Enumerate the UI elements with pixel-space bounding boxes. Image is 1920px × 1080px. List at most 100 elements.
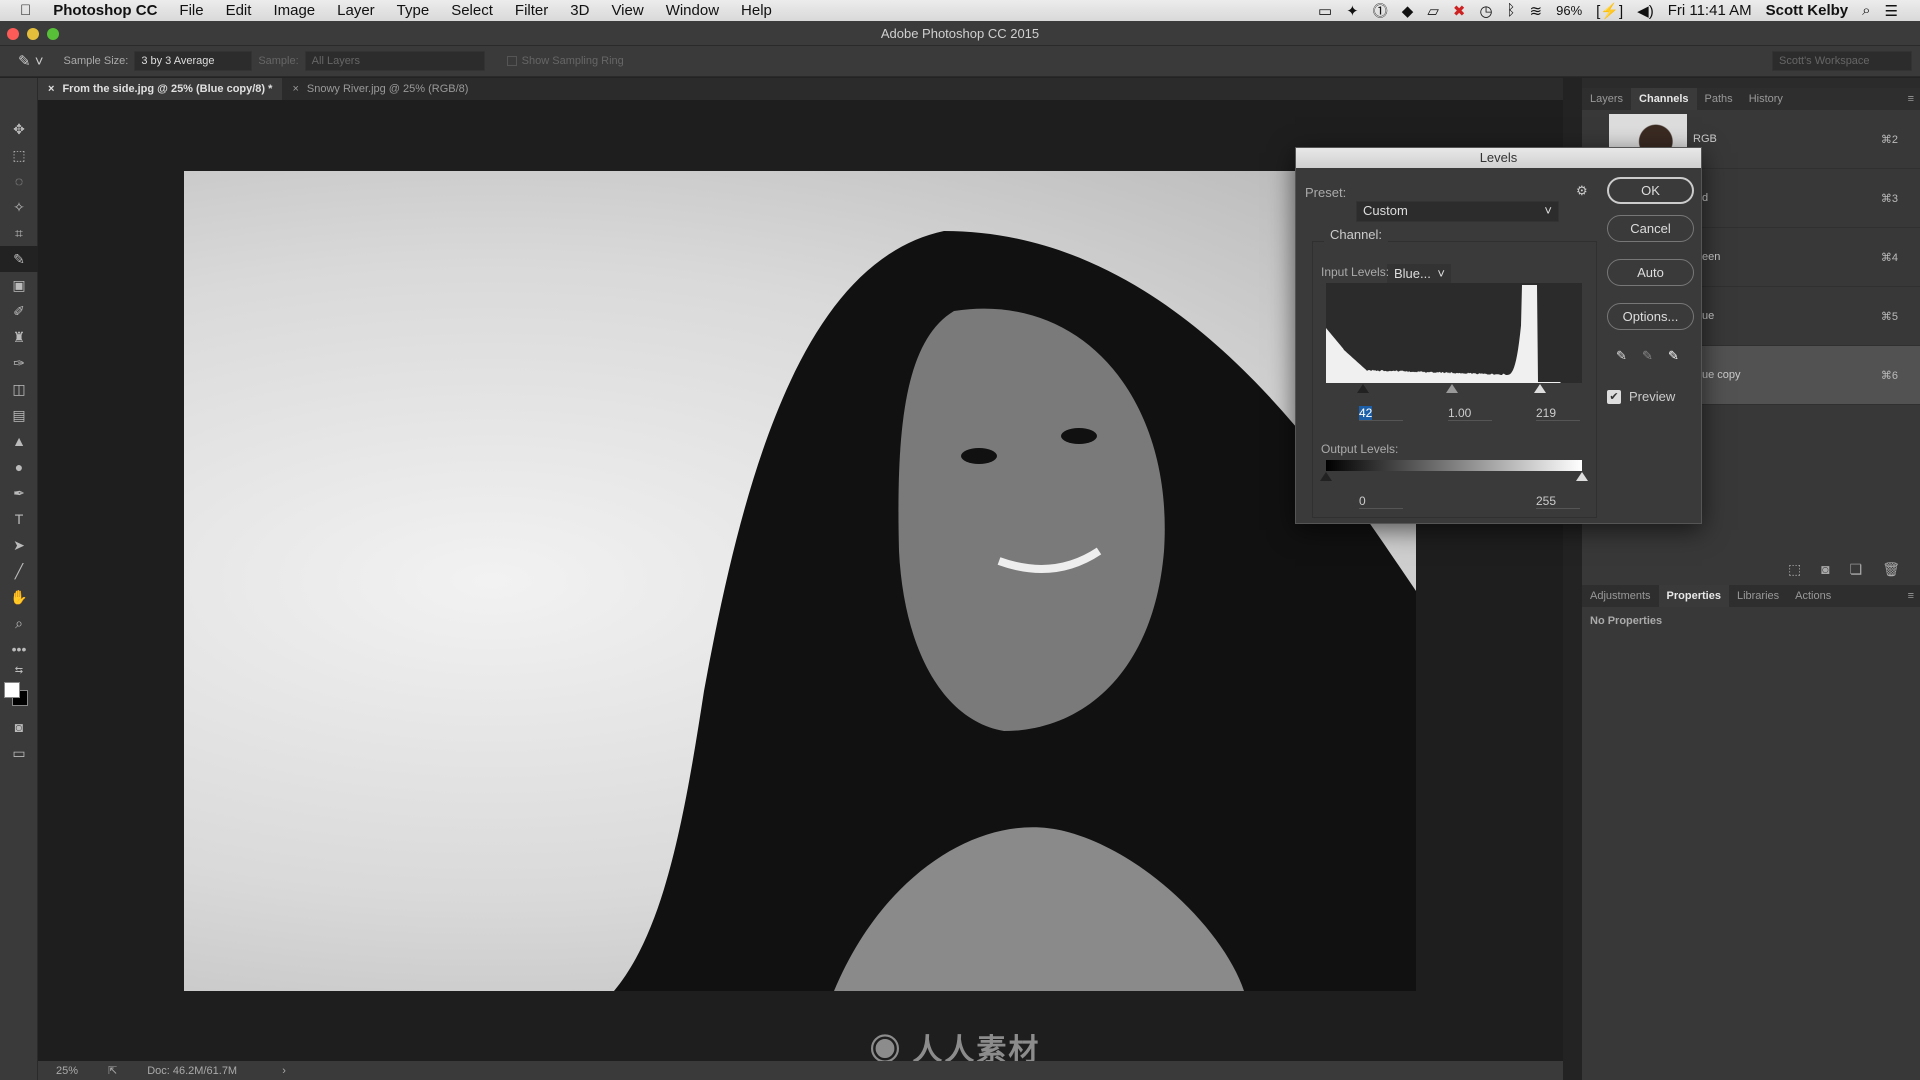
sample-select[interactable]: All Layers bbox=[305, 51, 485, 71]
menu-view[interactable]: View bbox=[600, 2, 654, 19]
close-tab-icon[interactable]: × bbox=[292, 83, 298, 95]
sample-size-select[interactable]: 3 by 3 Average bbox=[134, 51, 252, 71]
share-icon[interactable]: ⇱ bbox=[108, 1064, 117, 1077]
wifi-icon[interactable]: ≋ bbox=[1530, 2, 1543, 20]
airplay-icon[interactable]: ▱ bbox=[1427, 2, 1439, 20]
eraser-tool-icon[interactable]: ◫ bbox=[0, 376, 38, 402]
volume-icon[interactable]: ◀) bbox=[1637, 2, 1654, 20]
tab-adjustments[interactable]: Adjustments bbox=[1582, 585, 1659, 607]
battery-percent[interactable]: 96% bbox=[1556, 3, 1582, 18]
time-machine-icon[interactable]: ◷ bbox=[1479, 2, 1492, 20]
preview-checkbox[interactable]: ✔ bbox=[1607, 390, 1621, 404]
path-select-tool-icon[interactable]: ➤ bbox=[0, 532, 38, 558]
menu-select[interactable]: Select bbox=[440, 2, 504, 19]
color-swatches[interactable] bbox=[0, 678, 37, 714]
menu-3d[interactable]: 3D bbox=[559, 2, 600, 19]
menu-file[interactable]: File bbox=[168, 2, 214, 19]
tab-channels[interactable]: Channels bbox=[1631, 88, 1697, 110]
1password-icon[interactable]: ⓵ bbox=[1373, 0, 1388, 21]
hand-tool-icon[interactable]: ✋ bbox=[0, 584, 38, 610]
user-name[interactable]: Scott Kelby bbox=[1766, 2, 1849, 19]
output-white-field[interactable]: 255 bbox=[1536, 494, 1580, 509]
menu-image[interactable]: Image bbox=[262, 2, 326, 19]
tab-paths[interactable]: Paths bbox=[1697, 88, 1741, 110]
white-point-eyedropper-icon[interactable]: ✎ bbox=[1668, 348, 1679, 364]
tab-from-the-side[interactable]: × From the side.jpg @ 25% (Blue copy/8) * bbox=[38, 78, 282, 100]
input-black-slider[interactable] bbox=[1357, 384, 1369, 393]
input-white-slider[interactable] bbox=[1534, 384, 1546, 393]
camera-icon[interactable]: ▭ bbox=[1318, 2, 1332, 20]
document-image[interactable] bbox=[184, 171, 1416, 991]
notification-icon[interactable]: ☰ bbox=[1885, 2, 1898, 20]
tab-snowy-river[interactable]: × Snowy River.jpg @ 25% (RGB/8) bbox=[282, 78, 478, 100]
menu-filter[interactable]: Filter bbox=[504, 2, 559, 19]
history-brush-tool-icon[interactable]: ✑ bbox=[0, 350, 38, 376]
type-tool-icon[interactable]: T bbox=[0, 506, 38, 532]
save-selection-icon[interactable]: ◙ bbox=[1821, 561, 1829, 578]
input-black-field[interactable]: 42 bbox=[1359, 406, 1372, 420]
output-black-field[interactable]: 0 bbox=[1359, 494, 1403, 509]
sampling-ring-checkbox[interactable] bbox=[507, 56, 517, 66]
status-menu-arrow[interactable]: › bbox=[282, 1065, 286, 1077]
menu-layer[interactable]: Layer bbox=[326, 2, 386, 19]
load-selection-icon[interactable]: ⬚ bbox=[1788, 561, 1801, 578]
more-tools-icon[interactable]: ••• bbox=[0, 636, 38, 662]
workspace-select[interactable]: Scott's Workspace bbox=[1772, 51, 1912, 71]
close-tab-icon[interactable]: × bbox=[48, 83, 54, 95]
zoom-tool-icon[interactable]: ⌕ bbox=[0, 610, 38, 636]
clock[interactable]: Fri 11:41 AM bbox=[1668, 2, 1752, 19]
pen-tool-icon[interactable]: ✒ bbox=[0, 480, 38, 506]
swap-colors-icon[interactable]: ⇆ bbox=[0, 662, 38, 678]
menu-help[interactable]: Help bbox=[730, 2, 783, 19]
menu-app[interactable]: Photoshop CC bbox=[42, 2, 168, 19]
tab-properties[interactable]: Properties bbox=[1659, 585, 1729, 607]
tab-history[interactable]: History bbox=[1741, 88, 1791, 110]
cancel-button[interactable]: Cancel bbox=[1607, 215, 1694, 242]
dropbox-icon[interactable]: ✦ bbox=[1346, 2, 1359, 20]
gray-point-eyedropper-icon[interactable]: ✎ bbox=[1642, 348, 1653, 364]
input-gamma-slider[interactable] bbox=[1446, 384, 1458, 393]
output-black-slider[interactable] bbox=[1320, 472, 1332, 481]
marquee-tool-icon[interactable]: ⬚ bbox=[0, 142, 38, 168]
spotlight-icon[interactable]: ⌕ bbox=[1862, 2, 1870, 19]
input-gamma-field[interactable]: 1.00 bbox=[1448, 406, 1492, 421]
healing-tool-icon[interactable]: ▣ bbox=[0, 272, 38, 298]
bluetooth-icon[interactable]: ᛒ bbox=[1507, 2, 1516, 19]
blur-tool-icon[interactable]: ▲ bbox=[0, 428, 38, 454]
battery-icon[interactable]: [⚡] bbox=[1596, 2, 1623, 20]
new-channel-icon[interactable]: ❏ bbox=[1850, 561, 1863, 578]
preset-select[interactable]: Custom ˅ bbox=[1356, 201, 1559, 222]
brush-tool-icon[interactable]: ✐ bbox=[0, 298, 38, 324]
menu-window[interactable]: Window bbox=[655, 2, 730, 19]
tab-libraries[interactable]: Libraries bbox=[1729, 585, 1787, 607]
menu-type[interactable]: Type bbox=[386, 2, 441, 19]
line-tool-icon[interactable]: ╱ bbox=[0, 558, 38, 584]
minimize-window-button[interactable] bbox=[27, 28, 39, 40]
evernote-icon[interactable]: ◆ bbox=[1402, 2, 1414, 20]
close-window-button[interactable] bbox=[7, 28, 19, 40]
screen-mode-icon[interactable]: ▭ bbox=[0, 740, 38, 766]
zoom-window-button[interactable] bbox=[47, 28, 59, 40]
zoom-level[interactable]: 25% bbox=[56, 1065, 96, 1077]
gradient-tool-icon[interactable]: ▤ bbox=[0, 402, 38, 428]
crop-tool-icon[interactable]: ⌗ bbox=[0, 220, 38, 246]
preset-options-gear-icon[interactable]: ⚙ bbox=[1576, 183, 1588, 199]
magic-wand-tool-icon[interactable]: ✧ bbox=[0, 194, 38, 220]
quick-mask-icon[interactable]: ◙ bbox=[0, 714, 38, 740]
channel-select[interactable]: Blue... ˅ bbox=[1387, 264, 1451, 285]
panel-menu-icon[interactable]: ≡ bbox=[1908, 93, 1920, 105]
options-button[interactable]: Options... bbox=[1607, 303, 1694, 330]
lasso-tool-icon[interactable]: ◌ bbox=[0, 168, 38, 194]
eyedropper-tool-icon[interactable]: ✎ bbox=[0, 246, 38, 272]
eyedropper-tool-icon[interactable]: ✎ ˅ bbox=[0, 52, 52, 70]
output-white-slider[interactable] bbox=[1576, 472, 1588, 481]
tab-actions[interactable]: Actions bbox=[1787, 585, 1839, 607]
ok-button[interactable]: OK bbox=[1607, 177, 1694, 204]
auto-button[interactable]: Auto bbox=[1607, 259, 1694, 286]
move-tool-icon[interactable]: ✥ bbox=[0, 116, 38, 142]
black-point-eyedropper-icon[interactable]: ✎ bbox=[1616, 348, 1627, 364]
panel-menu-icon[interactable]: ≡ bbox=[1908, 590, 1920, 602]
menu-edit[interactable]: Edit bbox=[215, 2, 263, 19]
delete-channel-icon[interactable]: 🗑 bbox=[1882, 561, 1900, 578]
tab-layers[interactable]: Layers bbox=[1582, 88, 1631, 110]
